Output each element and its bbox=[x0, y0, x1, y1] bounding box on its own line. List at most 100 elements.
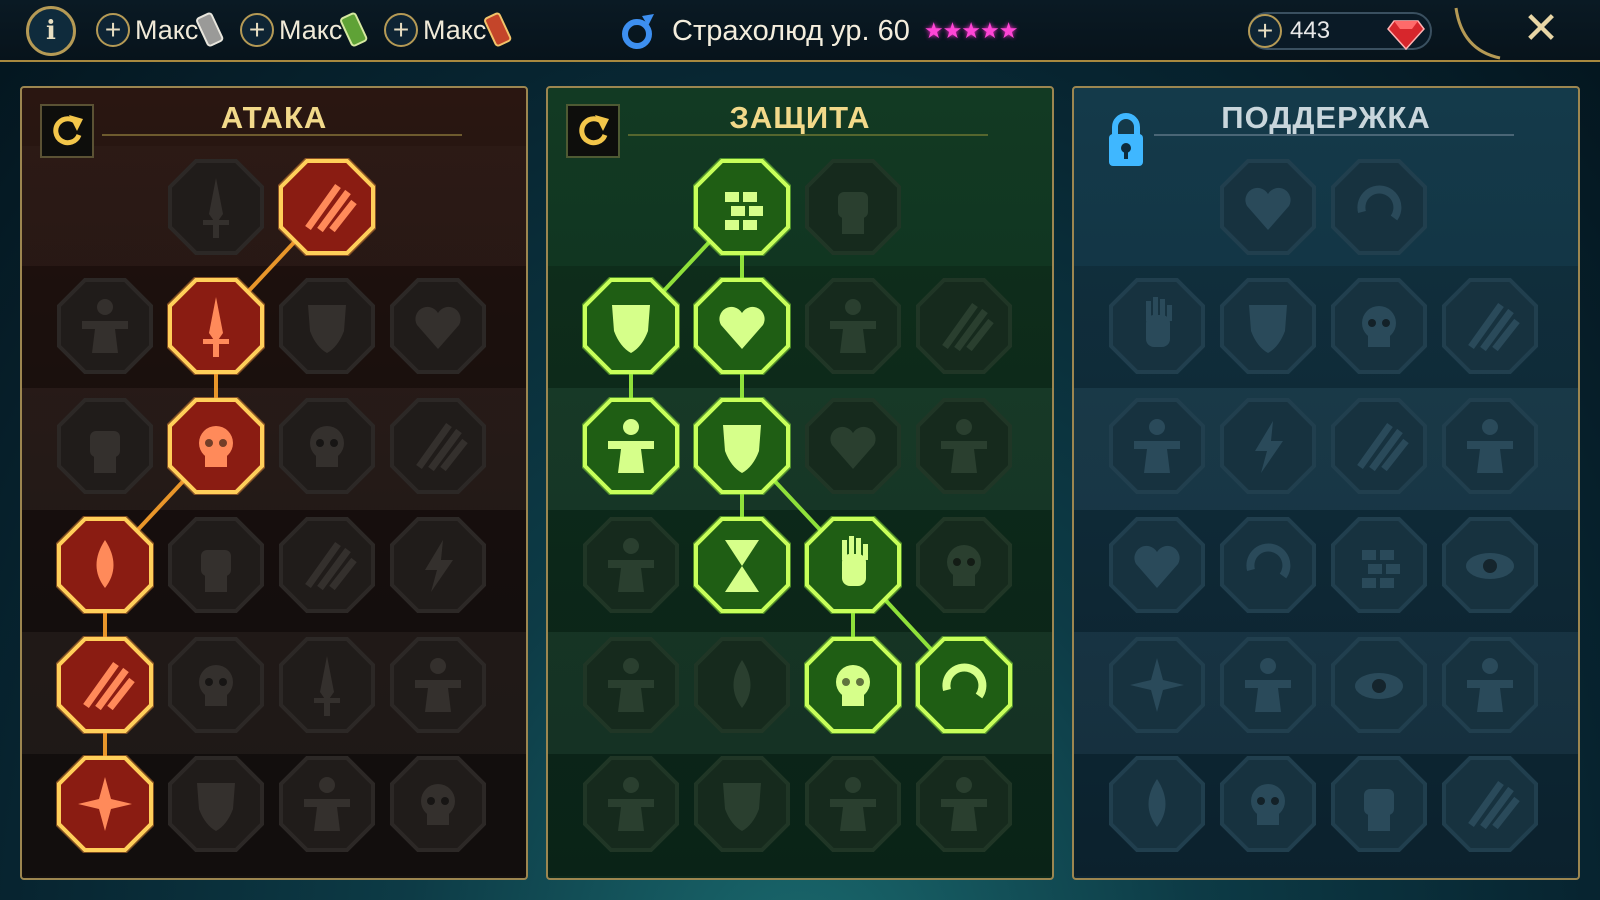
attack-talent-5c[interactable] bbox=[278, 636, 376, 734]
defense-talent-6c[interactable] bbox=[804, 755, 902, 853]
defense-talent-2d[interactable] bbox=[915, 277, 1013, 375]
attack-talent-4d[interactable] bbox=[389, 516, 487, 614]
skull-icon bbox=[804, 636, 902, 734]
figure-icon bbox=[390, 637, 486, 733]
attack-talent-6c[interactable] bbox=[278, 755, 376, 853]
bolt-icon bbox=[1220, 398, 1316, 494]
support-talent-6d[interactable] bbox=[1441, 755, 1539, 853]
attack-talent-1a[interactable] bbox=[167, 158, 265, 256]
attack-talent-5d[interactable] bbox=[389, 636, 487, 734]
defense-talent-6a[interactable] bbox=[582, 755, 680, 853]
star-icon bbox=[1109, 637, 1205, 733]
attack-talent-3d[interactable] bbox=[389, 397, 487, 495]
defense-talent-4b[interactable] bbox=[693, 516, 791, 614]
defense-talent-2c[interactable] bbox=[804, 277, 902, 375]
title-divider bbox=[1154, 134, 1514, 136]
support-talent-4b[interactable] bbox=[1219, 516, 1317, 614]
defense-talent-5c[interactable] bbox=[804, 636, 902, 734]
attack-talent-2a[interactable] bbox=[56, 277, 154, 375]
support-talent-3a[interactable] bbox=[1108, 397, 1206, 495]
heart-icon bbox=[1220, 159, 1316, 255]
attack-talent-5b[interactable] bbox=[167, 636, 265, 734]
attack-talent-1b[interactable] bbox=[278, 158, 376, 256]
defense-talent-3b[interactable] bbox=[693, 397, 791, 495]
skull-icon bbox=[390, 756, 486, 852]
figure-icon bbox=[583, 637, 679, 733]
drop-icon bbox=[56, 516, 154, 614]
info-button[interactable]: i bbox=[26, 6, 76, 56]
figure-icon bbox=[1442, 637, 1538, 733]
figure-icon bbox=[1109, 398, 1205, 494]
support-talent-2d[interactable] bbox=[1441, 277, 1539, 375]
add-book-2-button[interactable]: + Макс bbox=[240, 10, 342, 50]
attack-talent-3c[interactable] bbox=[278, 397, 376, 495]
support-talent-4a[interactable] bbox=[1108, 516, 1206, 614]
attack-talent-4c[interactable] bbox=[278, 516, 376, 614]
eye-icon bbox=[1331, 637, 1427, 733]
bars-icon bbox=[1331, 517, 1427, 613]
attack-talent-6a[interactable] bbox=[56, 755, 154, 853]
figure-icon bbox=[916, 398, 1012, 494]
attack-talent-2d[interactable] bbox=[389, 277, 487, 375]
support-talent-5b[interactable] bbox=[1219, 636, 1317, 734]
defense-title: ЗАЩИТА bbox=[729, 100, 871, 135]
close-button[interactable]: ✕ bbox=[1518, 6, 1564, 52]
support-talent-3d[interactable] bbox=[1441, 397, 1539, 495]
shield-icon bbox=[582, 277, 680, 375]
support-talent-6c[interactable] bbox=[1330, 755, 1428, 853]
defense-talent-1a[interactable] bbox=[693, 158, 791, 256]
attack-talent-5a[interactable] bbox=[56, 636, 154, 734]
figure-icon bbox=[1220, 637, 1316, 733]
gem-count: 443 bbox=[1290, 17, 1331, 44]
support-talent-6b[interactable] bbox=[1219, 755, 1317, 853]
defense-talent-6d[interactable] bbox=[915, 755, 1013, 853]
defense-talent-3a[interactable] bbox=[582, 397, 680, 495]
defense-talent-5d[interactable] bbox=[915, 636, 1013, 734]
attack-talent-2b[interactable] bbox=[167, 277, 265, 375]
defense-talent-4d[interactable] bbox=[915, 516, 1013, 614]
defense-talent-2b[interactable] bbox=[693, 277, 791, 375]
defense-talent-3c[interactable] bbox=[804, 397, 902, 495]
top-bar: i + Макс + Макс + Макс Страхолюд ур. 60 … bbox=[0, 0, 1600, 62]
attack-talent-3a[interactable] bbox=[56, 397, 154, 495]
defense-talent-6b[interactable] bbox=[693, 755, 791, 853]
support-talent-4c[interactable] bbox=[1330, 516, 1428, 614]
support-talent-3c[interactable] bbox=[1330, 397, 1428, 495]
support-talent-1b[interactable] bbox=[1330, 158, 1428, 256]
defense-talent-4c[interactable] bbox=[804, 516, 902, 614]
defense-talent-5b[interactable] bbox=[693, 636, 791, 734]
skull-icon bbox=[1331, 278, 1427, 374]
support-talent-1a[interactable] bbox=[1219, 158, 1317, 256]
plus-icon: + bbox=[384, 13, 418, 47]
defense-talent-2a[interactable] bbox=[582, 277, 680, 375]
support-talent-2b[interactable] bbox=[1219, 277, 1317, 375]
defense-talent-4a[interactable] bbox=[582, 516, 680, 614]
attack-talent-6b[interactable] bbox=[167, 755, 265, 853]
add-book-1-button[interactable]: + Макс bbox=[96, 10, 198, 50]
support-talent-3b[interactable] bbox=[1219, 397, 1317, 495]
support-talent-6a[interactable] bbox=[1108, 755, 1206, 853]
attack-talent-4b[interactable] bbox=[167, 516, 265, 614]
attack-talent-4a[interactable] bbox=[56, 516, 154, 614]
ornament-icon bbox=[1454, 7, 1501, 60]
defense-talent-5a[interactable] bbox=[582, 636, 680, 734]
eye-icon bbox=[1442, 517, 1538, 613]
drop-icon bbox=[694, 637, 790, 733]
attack-talent-2c[interactable] bbox=[278, 277, 376, 375]
attack-talent-6d[interactable] bbox=[389, 755, 487, 853]
support-talent-2c[interactable] bbox=[1330, 277, 1428, 375]
defense-talent-1b[interactable] bbox=[804, 158, 902, 256]
attack-talent-3b[interactable] bbox=[167, 397, 265, 495]
add-gems-button[interactable]: + bbox=[1248, 14, 1282, 48]
support-talent-2a[interactable] bbox=[1108, 277, 1206, 375]
claw-icon bbox=[916, 278, 1012, 374]
support-talent-5a[interactable] bbox=[1108, 636, 1206, 734]
defense-talent-3d[interactable] bbox=[915, 397, 1013, 495]
claw-icon bbox=[1442, 756, 1538, 852]
title-divider bbox=[102, 134, 462, 136]
support-talent-5d[interactable] bbox=[1441, 636, 1539, 734]
support-talent-5c[interactable] bbox=[1330, 636, 1428, 734]
attack-title: АТАКА bbox=[220, 100, 328, 135]
add-book-3-button[interactable]: + Макс bbox=[384, 10, 486, 50]
support-talent-4d[interactable] bbox=[1441, 516, 1539, 614]
